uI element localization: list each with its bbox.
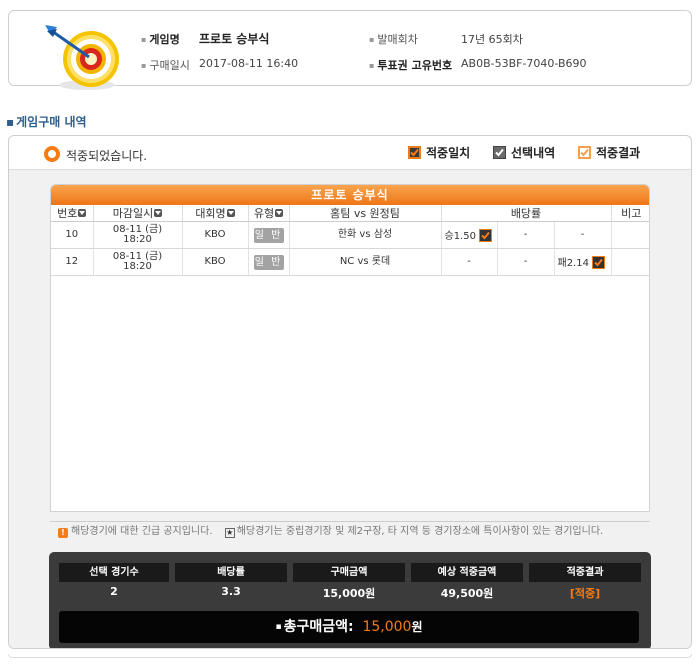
bottom-divider [8,654,692,658]
legend-label: 적중결과 [596,146,641,160]
legend-label: 적중일치 [426,146,471,160]
league: KBO [182,221,249,249]
purchase-time-row: 구매일시 2017-08-11 16:40 [141,57,298,73]
total-unit: 원 [411,620,423,634]
detail-area: 프로토 승부식 번호 마감일시 대회명 유형 홈팀 vs 원정팀 배당률 비고 [9,170,691,648]
col-league[interactable]: 대회명 [182,205,249,222]
sort-down-icon[interactable] [154,209,163,217]
summary-label-games: 선택 경기수 [59,563,169,582]
game-number: 12 [51,248,94,276]
type-badge: 일 반 [253,227,284,243]
status-text: 적중되었습니다. [66,149,148,163]
status-row: 적중되었습니다. 적중일치 선택내역 적중결과 [9,136,691,170]
purchase-time: 2017-08-11 16:40 [199,57,299,70]
type: 일 반 [248,221,290,249]
game-number: 10 [51,221,94,249]
total-purchase-bar: ▪ 총구매금액: 15,000원 [59,611,639,643]
game-table: 프로토 승부식 번호 마감일시 대회명 유형 홈팀 vs 원정팀 배당률 비고 [50,184,650,512]
col-type[interactable]: 유형 [248,205,290,222]
total-amount: 15,000 [362,619,412,635]
purchase-history-panel: 적중되었습니다. 적중일치 선택내역 적중결과 프로토 승부식 번호 마감일시 … [8,135,692,649]
sort-down-icon[interactable] [78,209,87,217]
sort-down-icon[interactable] [275,209,284,217]
alert-icon: ! [58,528,68,538]
odds-lose: 패2.14 [554,248,612,276]
round-value: 17년 65회차 [461,33,523,46]
league: KBO [182,248,249,276]
bullet-icon: ▪ [275,622,282,632]
table-row: 12 08-11 (금) 18:20 KBO 일 반 NC vs 롯데 - - 패… [51,248,649,276]
legend-label: 선택내역 [511,146,556,160]
checked-box-icon [478,228,492,242]
game-name-row: 게임명 프로토 승부식 [141,31,269,47]
col-note: 비고 [611,205,649,222]
checked-box-icon [408,146,421,159]
summary-label-odds: 배당률 [175,563,287,582]
game-name: 프로토 승부식 [199,32,270,46]
checked-box-icon [591,255,605,269]
ticket-id-row: 투표권 고유번호 AB0B-53BF-7040-B690 [369,57,587,73]
type: 일 반 [248,248,290,276]
purchase-summary: 선택 경기수 배당률 구매금액 예상 적중금액 적중결과 2 3.3 15,00… [49,552,651,648]
odds-win: 승1.50 [441,221,498,249]
ticket-info-box: 게임명 프로토 승부식 구매일시 2017-08-11 16:40 발매회차 1… [8,10,692,90]
sort-down-icon[interactable] [226,209,235,217]
ticket-id: AB0B-53BF-7040-B690 [461,57,587,70]
odds-win: - [441,248,498,276]
notice-bar: ! 해당경기에 대한 긴급 공지입니다. ★ 해당경기는 중립경기장 및 제2구장,… [50,521,650,541]
col-match: 홈팀 vs 원정팀 [289,205,442,222]
checked-box-icon [578,146,591,159]
match: NC vs 롯데 [289,248,442,276]
round-row: 발매회차 17년 65회차 [369,31,523,47]
summary-expected: 49,500원 [440,587,494,600]
urgent-notice: 해당경기에 대한 긴급 공지입니다. [71,526,213,537]
legend-hit-match: 적중일치 [408,144,470,161]
table-row: 10 08-11 (금) 18:20 KBO 일 반 한화 vs 삼성 승1.50… [51,221,649,249]
odds-draw: - [497,221,555,249]
dart-target-icon [45,25,119,90]
star-icon: ★ [224,528,235,538]
odds-lose: - [554,221,612,249]
note [611,248,649,276]
summary-label-purchase: 구매금액 [293,563,405,582]
col-number[interactable]: 번호 [51,205,94,222]
checked-box-icon [493,146,506,159]
result-ring-icon [44,146,60,162]
summary-games: 2 [110,585,118,598]
ticket-id-label: 투표권 고유번호 [369,59,452,72]
odds-draw: - [497,248,555,276]
round-label: 발매회차 [369,33,418,46]
neutral-notice: 해당경기는 중립경기장 및 제2구장, 타 지역 등 경기장소에 특이사항이 있… [236,526,604,537]
col-deadline[interactable]: 마감일시 [93,205,183,222]
section-title: 게임구매 내역 [6,113,86,130]
summary-odds: 3.3 [221,585,241,598]
purchase-time-label: 구매일시 [141,59,190,72]
summary-label-result: 적중결과 [529,563,641,582]
game-name-label: 게임명 [141,33,180,46]
type-badge: 일 반 [253,254,284,270]
col-odds: 배당률 [441,205,612,222]
match: 한화 vs 삼성 [289,221,442,249]
deadline: 08-11 (금) 18:20 [93,221,183,249]
summary-purchase: 15,000원 [322,587,376,600]
legend-selection: 선택내역 [493,144,555,161]
summary-label-expected: 예상 적중금액 [411,563,523,582]
legend-hit-result: 적중결과 [578,144,640,161]
games-grid: 번호 마감일시 대회명 유형 홈팀 vs 원정팀 배당률 비고 10 08-11… [51,205,649,276]
total-label: 총구매금액: [283,619,354,635]
note [611,221,649,249]
game-table-title: 프로토 승부식 [51,185,649,205]
summary-result: [적중] [569,587,601,600]
deadline: 08-11 (금) 18:20 [93,248,183,276]
